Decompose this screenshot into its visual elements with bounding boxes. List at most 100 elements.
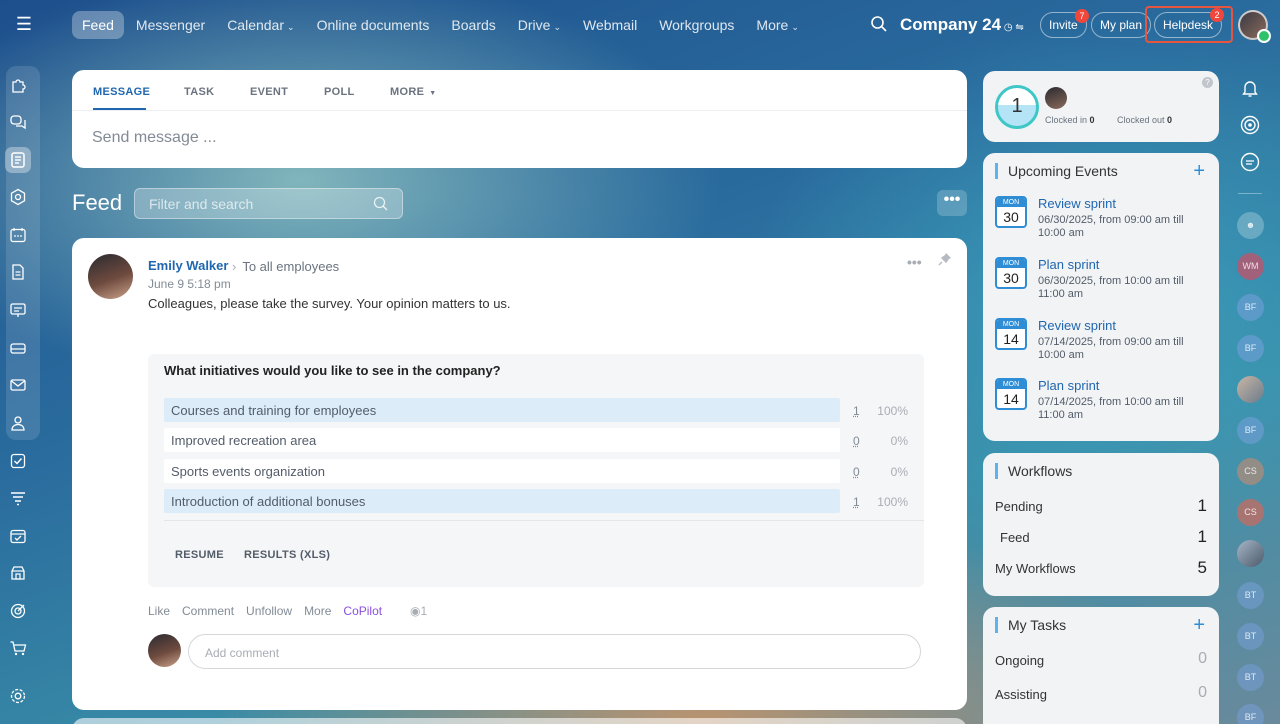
poll-count[interactable]: 0 bbox=[853, 465, 860, 479]
contact-avatar[interactable]: CS bbox=[1237, 499, 1264, 526]
comment-input[interactable]: Add comment bbox=[188, 634, 921, 669]
clocked-out: Clocked out 0 bbox=[1117, 115, 1172, 125]
event-title[interactable]: Review sprint bbox=[1038, 318, 1116, 333]
contact-avatar[interactable]: BT bbox=[1237, 623, 1264, 650]
poll-option[interactable]: Courses and training for employees bbox=[164, 398, 840, 422]
group-chat-avatar[interactable]: ☻ bbox=[1237, 212, 1264, 239]
event-item[interactable]: MON 30 Review sprint 06/30/2025, from 09:… bbox=[995, 196, 1215, 252]
contact-avatar[interactable]: BT bbox=[1237, 582, 1264, 609]
my-plan-button[interactable]: My plan bbox=[1091, 12, 1152, 38]
workflow-row[interactable]: Pending 1 bbox=[995, 496, 1207, 515]
mail-icon[interactable] bbox=[9, 376, 27, 394]
nav-workgroups[interactable]: Workgroups bbox=[649, 11, 744, 39]
feed-icon[interactable] bbox=[5, 147, 31, 173]
tab-more[interactable]: MORE ▼ bbox=[390, 70, 436, 98]
event-title[interactable]: Plan sprint bbox=[1038, 257, 1099, 272]
help-icon[interactable]: ? bbox=[1202, 77, 1213, 88]
filter-search[interactable] bbox=[134, 188, 403, 219]
event-item[interactable]: MON 30 Plan sprint 06/30/2025, from 10:00… bbox=[995, 257, 1215, 313]
store-icon[interactable] bbox=[9, 564, 27, 582]
tab-task[interactable]: TASK bbox=[184, 70, 214, 98]
task-row[interactable]: Ongoing 0 bbox=[995, 650, 1207, 668]
post-date[interactable]: June 9 5:18 pm bbox=[148, 277, 231, 291]
contact-avatar[interactable] bbox=[1237, 376, 1264, 403]
nav-online-documents[interactable]: Online documents bbox=[307, 11, 440, 39]
group-icon[interactable] bbox=[9, 414, 27, 432]
nav-more[interactable]: More ⌄ bbox=[746, 11, 808, 39]
nav-drive[interactable]: Drive ⌄ bbox=[508, 11, 571, 39]
poll-count[interactable]: 1 bbox=[853, 495, 860, 509]
add-task-button[interactable]: + bbox=[1193, 614, 1205, 637]
results-xls-button[interactable]: RESULTS (XLS) bbox=[244, 549, 330, 561]
tab-message[interactable]: MESSAGE bbox=[93, 70, 150, 98]
message-input[interactable]: Send message ... bbox=[92, 129, 217, 147]
task-row[interactable]: Assisting 0 bbox=[995, 684, 1207, 702]
nav-messenger[interactable]: Messenger bbox=[126, 11, 215, 39]
author-name[interactable]: Emily Walker bbox=[148, 258, 228, 273]
search-icon[interactable] bbox=[373, 196, 388, 211]
contact-avatar[interactable]: BF bbox=[1237, 294, 1264, 321]
activity-icon[interactable] bbox=[1239, 114, 1261, 136]
resume-button[interactable]: RESUME bbox=[175, 549, 224, 561]
more-icon[interactable]: ••• bbox=[907, 254, 922, 270]
hexagon-icon[interactable] bbox=[9, 188, 27, 206]
document-icon[interactable] bbox=[9, 263, 27, 281]
filter-input[interactable] bbox=[149, 196, 359, 212]
contact-avatar[interactable]: CS bbox=[1237, 458, 1264, 485]
more-button[interactable]: More bbox=[304, 604, 331, 618]
target-icon[interactable] bbox=[9, 602, 27, 620]
event-item[interactable]: MON 14 Review sprint 07/14/2025, from 09:… bbox=[995, 318, 1215, 374]
cart-icon[interactable] bbox=[9, 639, 27, 657]
contact-avatar[interactable]: BF bbox=[1237, 704, 1264, 724]
puzzle-icon[interactable] bbox=[9, 76, 27, 94]
event-item[interactable]: MON 14 Plan sprint 07/14/2025, from 10:00… bbox=[995, 378, 1215, 434]
search-icon[interactable] bbox=[870, 15, 888, 33]
tab-poll[interactable]: POLL bbox=[324, 70, 355, 98]
poll-count[interactable]: 0 bbox=[853, 434, 860, 448]
poll-option[interactable]: Improved recreation area bbox=[164, 428, 840, 452]
contact-avatar[interactable]: WM bbox=[1237, 253, 1264, 280]
poll-percent: 100% bbox=[877, 404, 908, 418]
unfollow-button[interactable]: Unfollow bbox=[246, 604, 292, 618]
pin-icon[interactable] bbox=[938, 252, 952, 266]
contact-avatar[interactable] bbox=[1237, 540, 1264, 567]
schedule-icon[interactable] bbox=[9, 527, 27, 545]
poll-option[interactable]: Sports events organization bbox=[164, 459, 840, 483]
copilot-button[interactable]: CoPilot bbox=[343, 604, 382, 618]
checkbox-icon[interactable] bbox=[9, 452, 27, 470]
chat-sync-icon[interactable] bbox=[1239, 151, 1261, 173]
add-event-button[interactable]: + bbox=[1193, 160, 1205, 183]
contact-avatar[interactable]: BF bbox=[1237, 417, 1264, 444]
nav-feed[interactable]: Feed bbox=[72, 11, 124, 39]
feed-menu-button[interactable]: ••• bbox=[937, 190, 967, 216]
contact-avatar[interactable]: BF bbox=[1237, 335, 1264, 362]
workflow-row[interactable]: Feed 1 bbox=[1000, 527, 1207, 546]
poll-option[interactable]: Introduction of additional bonuses bbox=[164, 489, 840, 513]
funnel-icon[interactable] bbox=[9, 489, 27, 507]
settings-icon[interactable] bbox=[9, 687, 27, 705]
nav-webmail[interactable]: Webmail bbox=[573, 11, 647, 39]
presentation-icon[interactable] bbox=[9, 301, 27, 319]
comment-button[interactable]: Comment bbox=[182, 604, 234, 618]
poll-count[interactable]: 1 bbox=[853, 404, 860, 418]
time-tracker: 1 ? Clocked in 0 Clocked out 0 bbox=[983, 71, 1219, 142]
tab-event[interactable]: EVENT bbox=[250, 70, 288, 98]
event-title[interactable]: Review sprint bbox=[1038, 196, 1116, 211]
employee-avatar[interactable] bbox=[1045, 87, 1067, 109]
drive-icon[interactable] bbox=[9, 339, 27, 357]
menu-icon[interactable]: ☰ bbox=[14, 14, 34, 34]
calendar-icon[interactable] bbox=[9, 226, 27, 244]
like-button[interactable]: Like bbox=[148, 604, 170, 618]
company-name[interactable]: Company 24 ◷ ⇋ bbox=[900, 15, 1024, 35]
event-day: 14 bbox=[1003, 391, 1019, 407]
author-avatar[interactable] bbox=[88, 254, 133, 299]
clock-counter[interactable]: 1 bbox=[995, 85, 1039, 129]
workflow-row[interactable]: My Workflows 5 bbox=[995, 558, 1207, 577]
bell-icon[interactable] bbox=[1239, 77, 1261, 99]
contact-avatar[interactable]: BT bbox=[1237, 664, 1264, 691]
nav-boards[interactable]: Boards bbox=[441, 11, 505, 39]
event-title[interactable]: Plan sprint bbox=[1038, 378, 1099, 393]
chat-icon[interactable] bbox=[9, 113, 27, 131]
user-avatar[interactable] bbox=[1238, 10, 1271, 43]
nav-calendar[interactable]: Calendar ⌄ bbox=[217, 11, 304, 39]
